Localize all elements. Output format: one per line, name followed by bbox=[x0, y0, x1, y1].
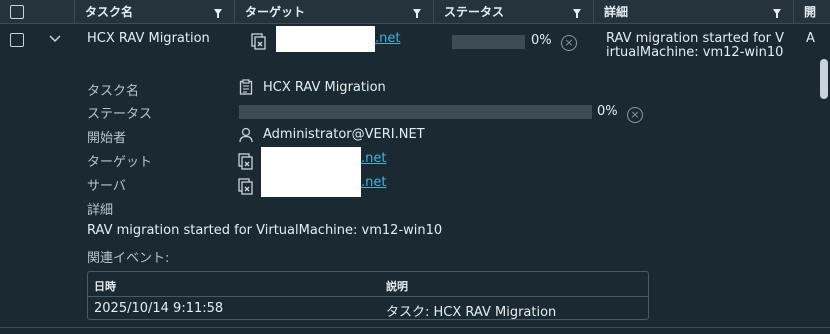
filter-icon[interactable] bbox=[214, 9, 222, 18]
events-header: 日時 説明 bbox=[88, 272, 648, 297]
redacted-server bbox=[261, 171, 361, 197]
vm-icon bbox=[251, 33, 266, 50]
column-header-extra[interactable]: 開 bbox=[793, 0, 830, 24]
server-link[interactable]: .net bbox=[361, 175, 386, 190]
server-label: サーバ bbox=[87, 179, 126, 194]
scroll-track[interactable] bbox=[818, 25, 830, 325]
progress-bar bbox=[452, 35, 525, 49]
column-header-detail[interactable]: 詳細 bbox=[593, 0, 793, 24]
events-header-description: 説明 bbox=[386, 280, 408, 293]
initiator-value: Administrator@VERI.NET bbox=[263, 127, 425, 142]
detail-cell-line1: RAV migration started for V bbox=[606, 31, 785, 46]
column-header-label: ターゲット bbox=[245, 5, 306, 19]
row-checkbox[interactable] bbox=[10, 33, 24, 47]
cancel-icon[interactable]: × bbox=[561, 35, 577, 51]
cancel-icon[interactable]: × bbox=[627, 107, 643, 123]
extra-cell: A bbox=[806, 31, 815, 46]
column-header-label: タスク名 bbox=[85, 5, 134, 19]
filter-icon[interactable] bbox=[573, 9, 581, 18]
redacted-target bbox=[261, 147, 361, 171]
status-label: ステータス bbox=[87, 107, 153, 122]
column-header-status[interactable]: ステータス bbox=[433, 0, 593, 24]
events-header-datetime: 日時 bbox=[94, 280, 116, 293]
vm-icon bbox=[238, 178, 253, 195]
progress-text: 0% bbox=[531, 33, 552, 48]
select-all-checkbox[interactable] bbox=[10, 5, 24, 19]
user-icon bbox=[239, 127, 253, 143]
row-divider bbox=[0, 327, 830, 328]
target-link[interactable]: .net bbox=[375, 31, 400, 46]
task-name-value: HCX RAV Migration bbox=[263, 80, 386, 95]
vm-icon bbox=[238, 153, 253, 170]
column-header-label: 詳細 bbox=[604, 5, 629, 19]
task-name-cell: HCX RAV Migration bbox=[87, 31, 210, 46]
column-header-target[interactable]: ターゲット bbox=[234, 0, 433, 24]
column-header-label: 開 bbox=[804, 5, 817, 19]
detail-label: 詳細 bbox=[87, 203, 114, 218]
chevron-down-icon[interactable] bbox=[49, 35, 61, 43]
status-progress-text: 0% bbox=[597, 104, 618, 119]
related-events-table: 日時 説明 2025/10/14 9:11:58 タスク: HCX RAV Mi… bbox=[87, 271, 649, 320]
filter-icon[interactable] bbox=[773, 9, 781, 18]
event-description: タスク: HCX RAV Migration bbox=[386, 305, 557, 320]
status-progress-bar bbox=[239, 105, 592, 119]
detail-value: RAV migration started for VirtualMachine… bbox=[87, 223, 443, 238]
column-header-task-name[interactable]: タスク名 bbox=[74, 0, 234, 24]
filter-icon[interactable] bbox=[413, 9, 421, 18]
detail-cell-line2: irtualMachine: vm12-win10 bbox=[606, 45, 784, 60]
target-label: ターゲット bbox=[87, 155, 153, 170]
clipboard-icon bbox=[239, 79, 253, 95]
redacted-target bbox=[276, 26, 375, 52]
table-row[interactable]: HCX RAV Migration .net 0% × RAV migratio… bbox=[0, 25, 830, 67]
related-events-label: 関連イベント: bbox=[87, 251, 170, 266]
task-name-label: タスク名 bbox=[87, 84, 140, 99]
table-header: タスク名 ターゲット ステータス 詳細 開 bbox=[0, 0, 830, 24]
initiator-label: 開始者 bbox=[87, 131, 127, 146]
target-link[interactable]: .net bbox=[361, 151, 386, 166]
column-header-label: ステータス bbox=[444, 5, 505, 19]
event-datetime: 2025/10/14 9:11:58 bbox=[94, 301, 224, 316]
